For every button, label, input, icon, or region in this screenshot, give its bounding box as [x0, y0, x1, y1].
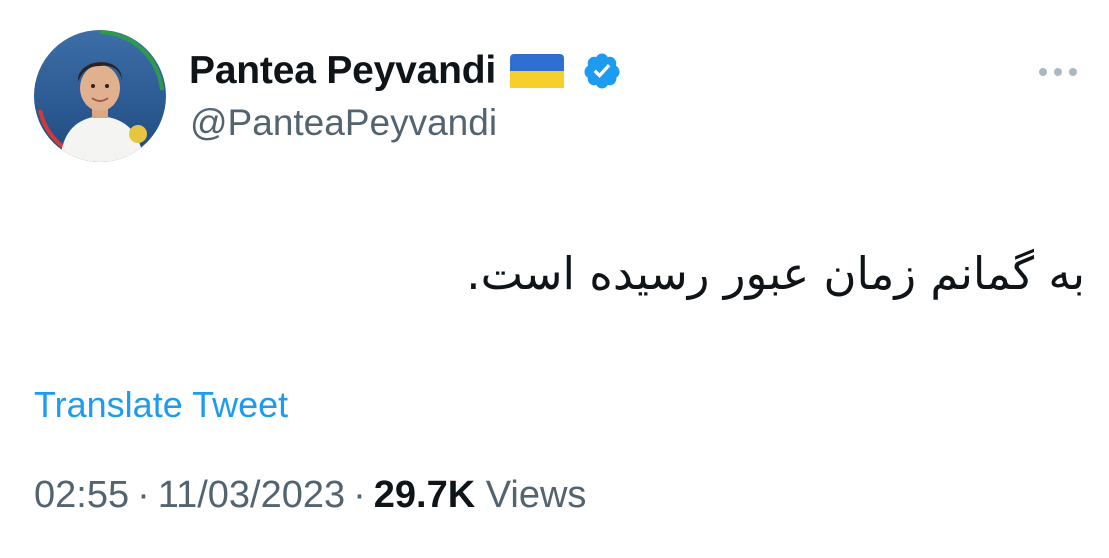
author-name-row: Pantea Peyvandi: [189, 42, 622, 100]
views-count: 29.7K: [373, 474, 476, 516]
avatar[interactable]: [34, 30, 166, 162]
more-icon: [1039, 68, 1047, 76]
author-handle[interactable]: @PanteaPeyvandi: [190, 102, 497, 144]
tweet-text: به گمانم زمان عبور رسیده است.: [466, 247, 1085, 300]
tweet-meta: 02:55 · 11/03/2023 · 29.7K Views: [34, 474, 586, 517]
meta-separator: ·: [137, 474, 150, 516]
ukraine-flag-icon: [509, 54, 564, 88]
verified-badge-icon: [582, 51, 622, 91]
more-icon-dot: [1069, 68, 1077, 76]
more-icon-dot: [1054, 68, 1062, 76]
views-label: Views: [485, 474, 587, 516]
author-display-name[interactable]: Pantea Peyvandi: [189, 49, 496, 93]
meta-separator: ·: [353, 474, 366, 516]
tweet-date[interactable]: 11/03/2023: [158, 474, 345, 516]
translate-tweet-link[interactable]: Translate Tweet: [34, 384, 288, 426]
more-options-button[interactable]: [1030, 58, 1086, 86]
avatar-image: [34, 30, 166, 162]
tweet-time[interactable]: 02:55: [34, 474, 129, 516]
